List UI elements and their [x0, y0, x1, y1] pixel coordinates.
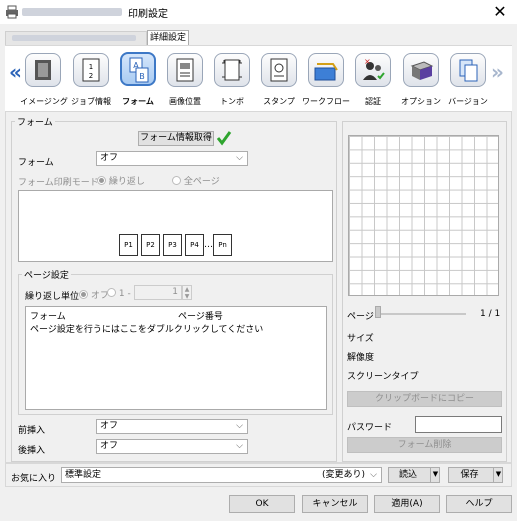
- svg-text:2: 2: [89, 72, 93, 80]
- chevron-down-icon: ⌵: [236, 153, 243, 163]
- get-form-info-button[interactable]: フォーム情報取得: [138, 131, 214, 146]
- copy-to-clipboard-button[interactable]: クリップボードにコピー: [347, 391, 502, 407]
- radio-icon: [172, 176, 181, 185]
- repeat-off-radio[interactable]: オフ: [79, 288, 109, 301]
- column-header-page-number: ページ番号: [178, 312, 223, 322]
- stamp-icon[interactable]: [261, 53, 297, 87]
- close-button[interactable]: ✕: [486, 2, 514, 22]
- load-dropdown-icon[interactable]: ▼: [430, 467, 440, 483]
- page-ellipsis: …: [204, 240, 213, 250]
- chevron-down-icon: ⌵: [236, 421, 243, 431]
- version-icon[interactable]: [450, 53, 486, 87]
- printer-icon: [6, 5, 18, 19]
- repeat-unit-label: 繰り返し単位: [25, 292, 80, 302]
- printer-name-redacted: [22, 8, 122, 16]
- print-mode-label: フォーム印刷モード: [18, 178, 99, 188]
- repeat-unit-spinner[interactable]: 1: [134, 285, 182, 300]
- size-label: サイズ: [347, 334, 374, 344]
- workflow-icon[interactable]: [308, 53, 344, 87]
- page-label: ページ: [347, 312, 374, 322]
- back-insert-label: 後挿入: [18, 446, 46, 456]
- page-sheet: Pn: [213, 234, 232, 256]
- job-info-icon[interactable]: 12: [73, 53, 109, 87]
- imaging-icon[interactable]: [25, 53, 61, 87]
- page-settings-title: ページ設定: [22, 268, 71, 281]
- image-position-icon[interactable]: [167, 53, 203, 87]
- page-sheet: P3: [163, 234, 182, 256]
- mode-all-pages-label: 全ページ: [183, 177, 220, 187]
- form-icon[interactable]: AB: [120, 52, 156, 86]
- window-title: 印刷設定: [128, 9, 168, 20]
- back-insert-value: オフ: [100, 441, 119, 451]
- help-button[interactable]: ヘルプ: [446, 495, 512, 513]
- form-label: フォーム: [18, 158, 54, 168]
- page-sheet: P1: [119, 234, 138, 256]
- cancel-button[interactable]: キャンセル: [302, 495, 368, 513]
- column-header-form: フォーム: [30, 312, 66, 322]
- repeat-num-label: 1 -: [118, 289, 131, 299]
- svg-text:×: ×: [364, 57, 371, 66]
- tab-printer-label-redacted: [12, 35, 136, 41]
- form-group-title: フォーム: [15, 115, 55, 128]
- resolution-label: 解像度: [347, 353, 375, 363]
- form-select-value: オフ: [100, 153, 119, 163]
- password-label: パスワード: [347, 423, 393, 433]
- form-select[interactable]: オフ ⌵: [96, 151, 248, 166]
- radio-icon: [79, 290, 88, 299]
- authentication-icon[interactable]: ×: [355, 53, 391, 87]
- favorites-label: お気に入り: [11, 474, 57, 484]
- repeat-num-radio[interactable]: 1 -: [107, 288, 131, 299]
- page-slider-thumb[interactable]: [375, 306, 381, 318]
- page-sheet: P2: [141, 234, 160, 256]
- svg-text:1: 1: [89, 63, 93, 71]
- scroll-left-arrow-icon[interactable]: «: [9, 60, 22, 84]
- page-settings-hint: ページ設定を行うにはここをダブルクリックしてください: [30, 325, 264, 335]
- apply-button[interactable]: 適用(A): [374, 495, 440, 513]
- chevron-down-icon: ⌵: [236, 441, 243, 451]
- favorites-value: 標準設定: [65, 470, 102, 480]
- tab-detail-settings[interactable]: 詳細設定: [147, 30, 189, 46]
- mode-repeat-radio[interactable]: 繰り返し: [97, 174, 145, 187]
- radio-icon: [107, 288, 116, 297]
- favorites-changed-indicator: (変更あり): [321, 470, 365, 480]
- svg-text:B: B: [139, 72, 145, 81]
- toolbar-label-version: バージョン: [448, 97, 488, 106]
- ok-button[interactable]: OK: [229, 495, 295, 513]
- check-icon: [216, 131, 232, 146]
- screen-type-label: スクリーンタイプ: [347, 372, 419, 382]
- page-preview-grid: [348, 135, 499, 296]
- scroll-right-arrow-icon[interactable]: »: [491, 60, 504, 84]
- front-insert-value: オフ: [100, 421, 119, 431]
- radio-icon: [97, 176, 106, 185]
- back-insert-select[interactable]: オフ ⌵: [96, 439, 248, 454]
- chevron-down-icon: ⌵: [370, 470, 377, 480]
- mode-all-pages-radio[interactable]: 全ページ: [172, 174, 220, 187]
- password-input[interactable]: [415, 416, 502, 433]
- crop-marks-icon[interactable]: [214, 53, 250, 87]
- spinner-arrows-icon[interactable]: ▲ ▼: [182, 285, 192, 300]
- front-insert-select[interactable]: オフ ⌵: [96, 419, 248, 434]
- mode-repeat-label: 繰り返し: [108, 177, 145, 187]
- delete-form-button[interactable]: フォーム削除: [347, 437, 502, 453]
- page-slider-track[interactable]: [378, 313, 466, 315]
- front-insert-label: 前挿入: [18, 426, 46, 436]
- page-count: 1 / 1: [480, 309, 501, 319]
- page-sheet: P4: [185, 234, 204, 256]
- favorites-select[interactable]: 標準設定 (変更あり) ⌵: [61, 467, 382, 483]
- save-dropdown-icon[interactable]: ▼: [493, 467, 503, 483]
- options-icon[interactable]: [403, 53, 439, 87]
